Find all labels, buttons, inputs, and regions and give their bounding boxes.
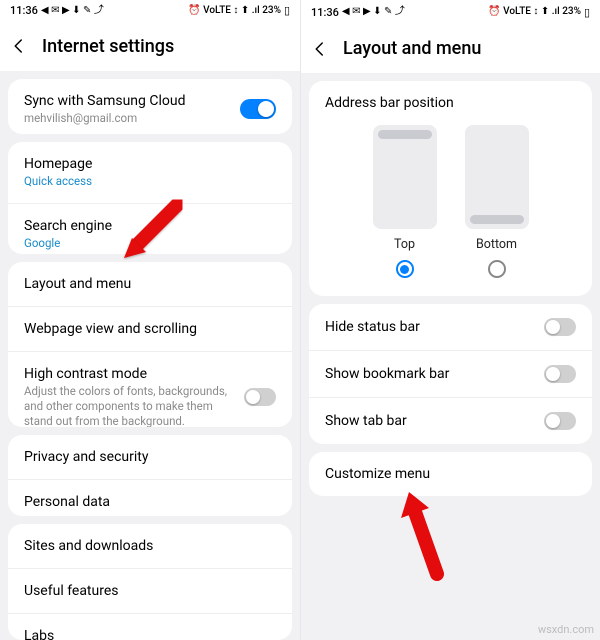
homepage-title: Homepage bbox=[24, 156, 276, 172]
contrast-sub: Adjust the colors of fonts, backgrounds,… bbox=[24, 384, 234, 427]
sync-sub: mehvilish@gmail.com bbox=[24, 111, 230, 126]
radio-bottom[interactable] bbox=[488, 260, 506, 278]
sites-title: Sites and downloads bbox=[24, 538, 276, 554]
row-webpage-view[interactable]: Webpage view and scrolling bbox=[8, 306, 292, 351]
row-sites-downloads[interactable]: Sites and downloads bbox=[8, 524, 292, 568]
contrast-title: High contrast mode bbox=[24, 366, 234, 382]
preview-top-icon bbox=[373, 125, 437, 229]
card-sync: Sync with Samsung Cloud mehvilish@gmail.… bbox=[8, 79, 292, 134]
customize-title: Customize menu bbox=[325, 466, 576, 482]
webpage-title: Webpage view and scrolling bbox=[24, 321, 276, 337]
row-labs[interactable]: Labs bbox=[8, 613, 292, 640]
card-privacy-group: Privacy and security Personal data bbox=[8, 435, 292, 516]
homepage-sub: Quick access bbox=[24, 174, 276, 189]
useful-title: Useful features bbox=[24, 583, 276, 599]
sync-toggle[interactable] bbox=[240, 99, 276, 119]
status-time: 11:36 bbox=[10, 4, 38, 17]
status-icons-left: ◀ ✉ ▶ ⬇ ✎ ⤴ bbox=[342, 7, 405, 17]
status-icons-left: ◀ ✉ ▶ ⬇ ✎ ⤴ bbox=[41, 6, 104, 16]
card-misc: Sites and downloads Useful features Labs bbox=[8, 524, 292, 640]
option-bottom-label: Bottom bbox=[476, 237, 517, 252]
personal-title: Personal data bbox=[24, 494, 276, 510]
card-address-bar: Address bar position Top Bottom bbox=[309, 81, 592, 296]
privacy-title: Privacy and security bbox=[24, 449, 276, 465]
screen-internet-settings: 11:36 ◀ ✉ ▶ ⬇ ✎ ⤴ ⏰ VoLTE ↕ ⬆ .ıl 23% ▯ … bbox=[0, 0, 300, 640]
row-bookmark-bar[interactable]: Show bookmark bar bbox=[309, 350, 592, 397]
battery-icon: ▯ bbox=[584, 6, 590, 19]
preview-bottom-icon bbox=[465, 125, 529, 229]
tabbar-title: Show tab bar bbox=[325, 413, 534, 429]
labs-title: Labs bbox=[24, 628, 276, 640]
status-icons-right: ⏰ VoLTE ↕ ⬆ .ıl 23% bbox=[188, 6, 281, 16]
header: Internet settings bbox=[0, 22, 300, 71]
arrow-customize-icon bbox=[393, 484, 473, 584]
row-customize-menu[interactable]: Customize menu bbox=[309, 452, 592, 496]
status-bar: 11:36 ◀ ✉ ▶ ⬇ ✎ ⤴ ⏰ VoLTE ↕ ⬆ .ıl 23% ▯ bbox=[301, 0, 600, 24]
layout-title: Layout and menu bbox=[24, 276, 276, 292]
address-bar-label: Address bar position bbox=[325, 95, 576, 111]
option-top-label: Top bbox=[394, 237, 415, 252]
hide-status-title: Hide status bar bbox=[325, 319, 534, 335]
row-sync[interactable]: Sync with Samsung Cloud mehvilish@gmail.… bbox=[8, 79, 292, 134]
bookmark-toggle[interactable] bbox=[544, 365, 576, 383]
row-tab-bar[interactable]: Show tab bar bbox=[309, 397, 592, 444]
status-time: 11:36 bbox=[311, 6, 339, 19]
back-icon[interactable] bbox=[311, 40, 329, 58]
header: Layout and menu bbox=[301, 24, 600, 73]
watermark: wsxdn.com bbox=[538, 623, 594, 636]
search-sub: Google bbox=[24, 236, 276, 251]
page-title: Internet settings bbox=[42, 36, 174, 57]
row-useful-features[interactable]: Useful features bbox=[8, 568, 292, 613]
hide-status-toggle[interactable] bbox=[544, 318, 576, 336]
contrast-toggle[interactable] bbox=[244, 388, 276, 406]
tabbar-toggle[interactable] bbox=[544, 412, 576, 430]
row-search-engine[interactable]: Search engine Google bbox=[8, 203, 292, 254]
status-bar: 11:36 ◀ ✉ ▶ ⬇ ✎ ⤴ ⏰ VoLTE ↕ ⬆ .ıl 23% ▯ bbox=[0, 0, 300, 22]
page-title: Layout and menu bbox=[343, 38, 481, 59]
card-home-search: Homepage Quick access Search engine Goog… bbox=[8, 142, 292, 254]
battery-icon: ▯ bbox=[284, 4, 290, 17]
search-title: Search engine bbox=[24, 218, 276, 234]
back-icon[interactable] bbox=[10, 37, 28, 55]
row-layout-menu[interactable]: Layout and menu bbox=[8, 262, 292, 306]
radio-top[interactable] bbox=[396, 260, 414, 278]
option-bottom[interactable]: Bottom bbox=[465, 125, 529, 278]
card-layout-group: Layout and menu Webpage view and scrolli… bbox=[8, 262, 292, 427]
sync-title: Sync with Samsung Cloud bbox=[24, 93, 230, 109]
screen-layout-and-menu: 11:36 ◀ ✉ ▶ ⬇ ✎ ⤴ ⏰ VoLTE ↕ ⬆ .ıl 23% ▯ … bbox=[300, 0, 600, 640]
card-bar-toggles: Hide status bar Show bookmark bar Show t… bbox=[309, 304, 592, 444]
row-hide-status[interactable]: Hide status bar bbox=[309, 304, 592, 350]
row-homepage[interactable]: Homepage Quick access bbox=[8, 142, 292, 203]
option-top[interactable]: Top bbox=[373, 125, 437, 278]
row-high-contrast[interactable]: High contrast mode Adjust the colors of … bbox=[8, 351, 292, 427]
row-personal-data[interactable]: Personal data bbox=[8, 479, 292, 516]
card-customize: Customize menu bbox=[309, 452, 592, 496]
row-privacy[interactable]: Privacy and security bbox=[8, 435, 292, 479]
status-icons-right: ⏰ VoLTE ↕ ⬆ .ıl 23% bbox=[488, 7, 581, 17]
bookmark-title: Show bookmark bar bbox=[325, 366, 534, 382]
